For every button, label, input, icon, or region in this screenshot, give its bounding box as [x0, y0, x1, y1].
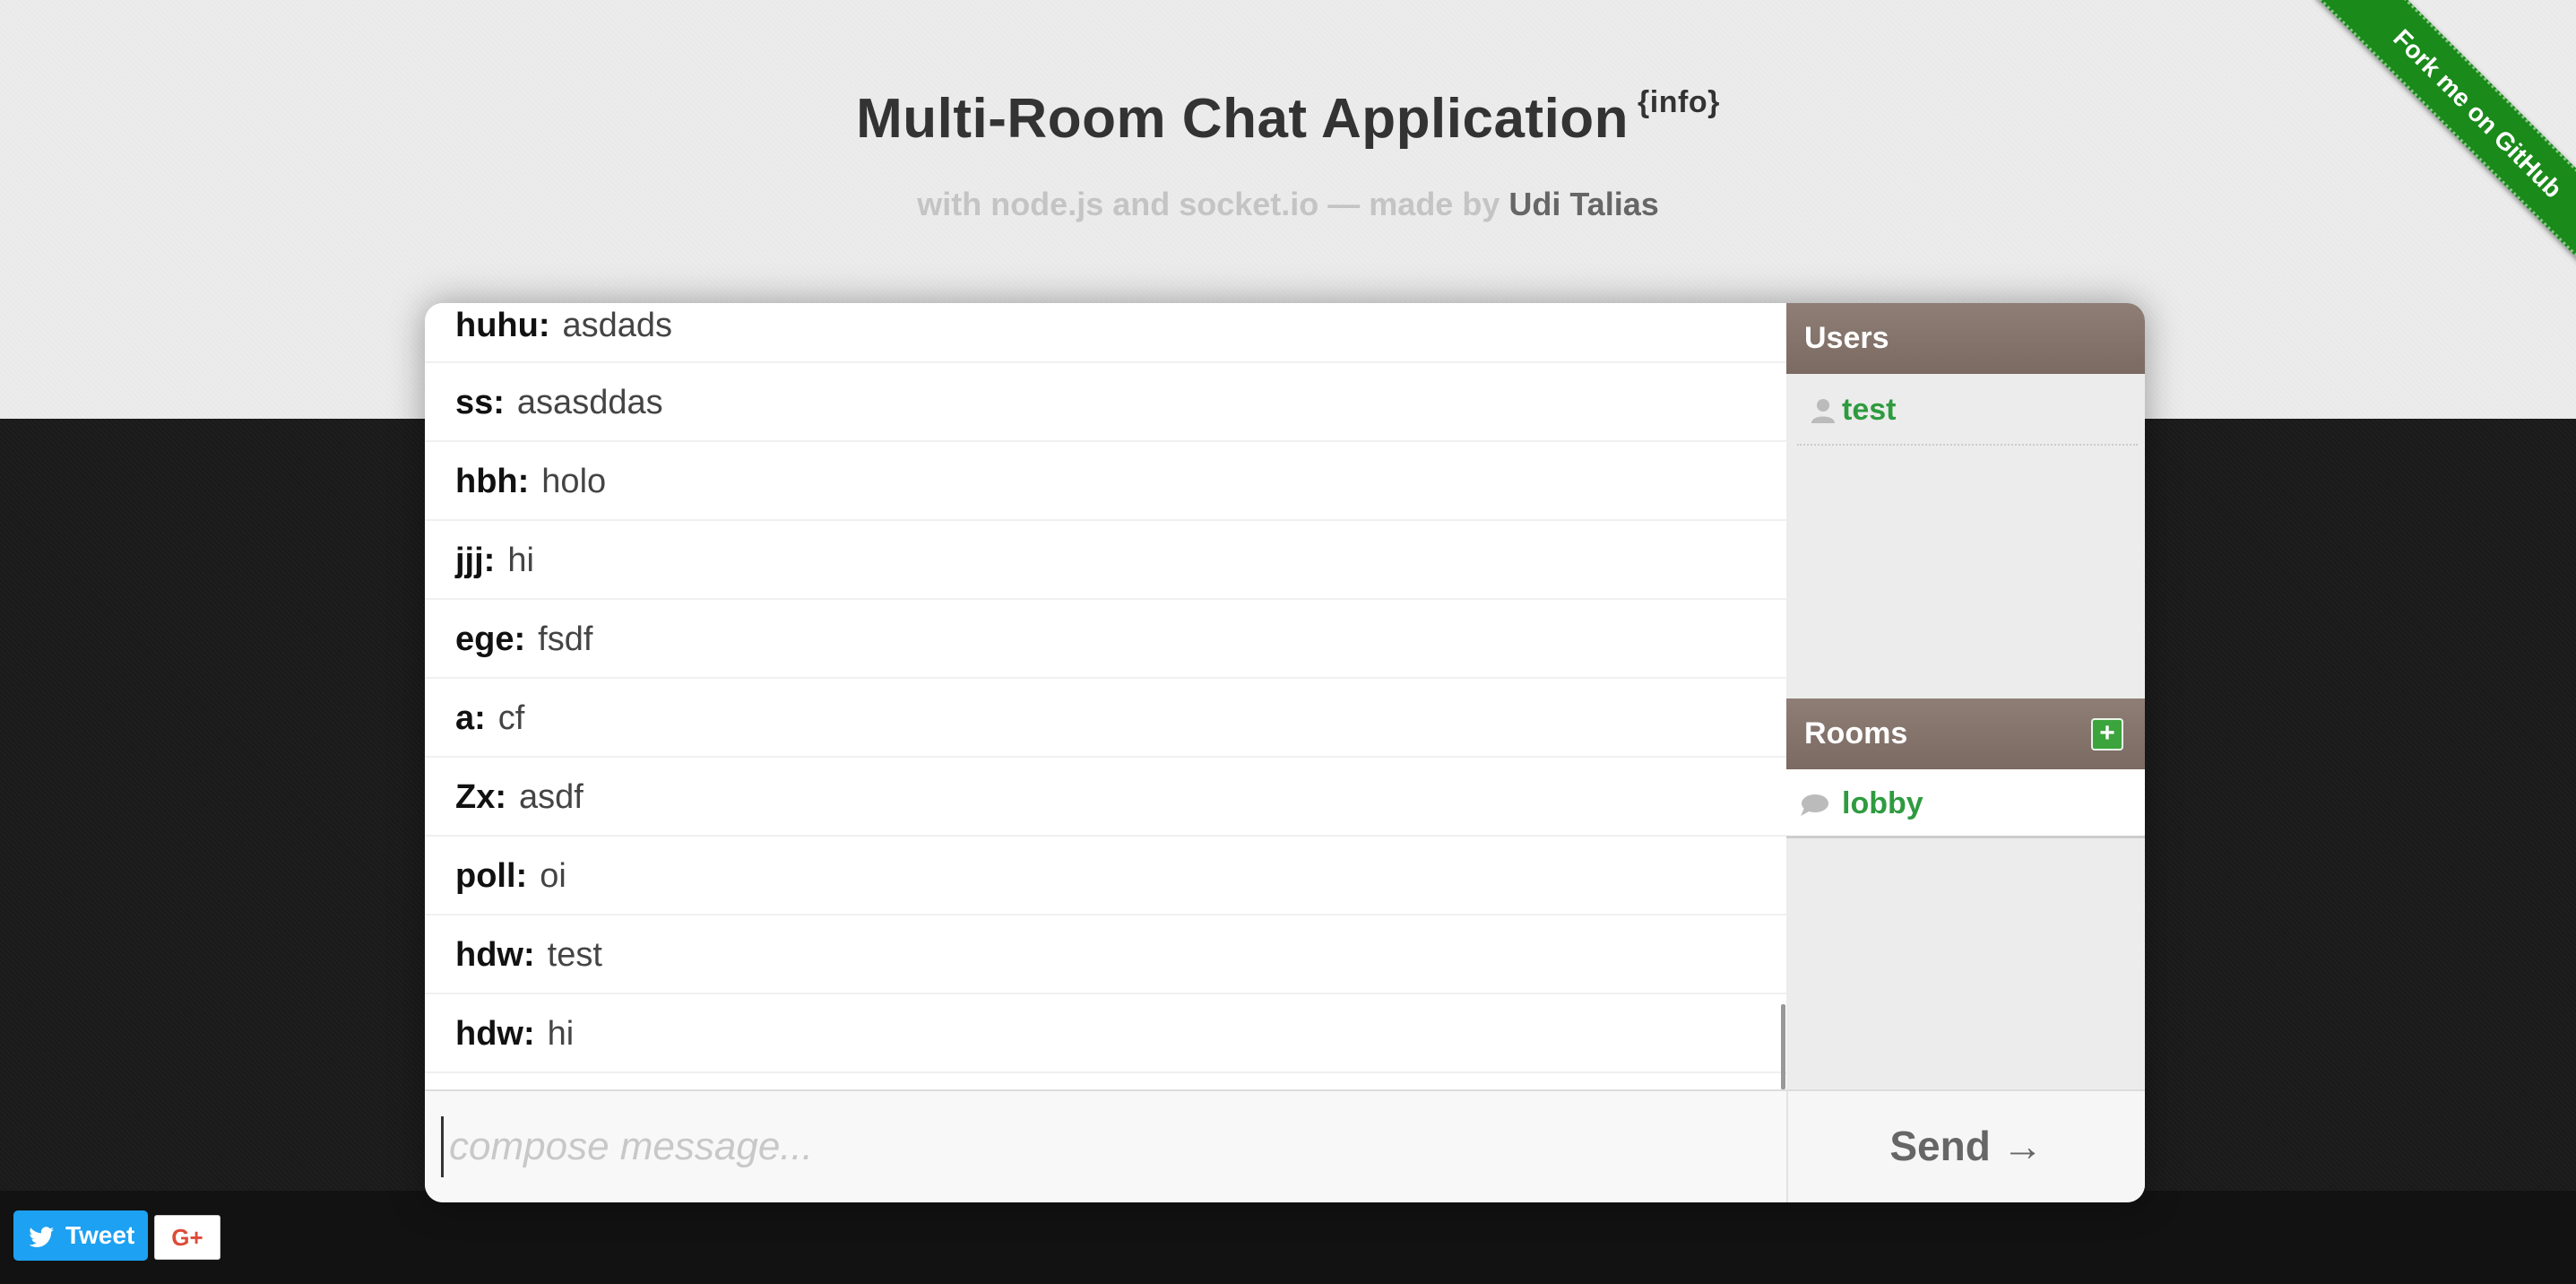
message-text: hi: [547, 1015, 575, 1053]
page-subtitle: with node.js and socket.io — made by Udi…: [0, 186, 2576, 223]
subtitle-text: with node.js and socket.io — made by: [917, 186, 1500, 222]
author-link[interactable]: Udi Talias: [1508, 186, 1658, 222]
message-item: Zx: asdf: [425, 758, 1786, 837]
chat-bubble-icon: [1799, 769, 1829, 838]
message-username: ss:: [455, 384, 505, 421]
message-text: fsdf: [538, 620, 593, 658]
google-plus-button[interactable]: G+: [154, 1215, 220, 1260]
message-item: jjj: hi: [425, 521, 1786, 600]
message-username: poll:: [455, 857, 528, 895]
message-item: hdw: hi: [425, 994, 1786, 1073]
user-item-test[interactable]: test: [1797, 374, 2138, 446]
message-text: hi: [507, 542, 534, 579]
message-text: asdads: [562, 307, 673, 344]
compose-area: [425, 1089, 1786, 1202]
rooms-panel-title: Rooms: [1804, 716, 1908, 750]
message-username: huhu:: [455, 307, 550, 344]
message-text: oi: [540, 857, 566, 895]
message-text: asdf: [519, 778, 583, 816]
message-scrollbar[interactable]: [1781, 1004, 1785, 1089]
tweet-label: Tweet: [65, 1221, 135, 1249]
add-room-button[interactable]: +: [2091, 718, 2123, 750]
github-ribbon-container: Fork me on GitHub: [2307, 0, 2576, 269]
chat-window: huhu: asdads ss: asasddas hbh: holo jjj: hi …: [425, 303, 2145, 1202]
message-item: hbh: holo: [425, 442, 1786, 521]
compose-message-input[interactable]: [441, 1116, 1777, 1177]
message-item: a: cf: [425, 679, 1786, 758]
message-item: hdw: test: [425, 915, 1786, 994]
message-item: poll: oi: [425, 837, 1786, 915]
message-list[interactable]: huhu: asdads ss: asasddas hbh: holo jjj: hi …: [425, 303, 1786, 1089]
page-title: Multi-Room Chat Application {info}: [0, 85, 2576, 151]
message-username: hdw:: [455, 936, 535, 974]
users-panel-header: Users: [1786, 303, 2145, 374]
tweet-button[interactable]: Tweet: [13, 1210, 148, 1261]
page-title-text: Multi-Room Chat Application: [856, 88, 1629, 150]
room-item-lobby[interactable]: lobby: [1786, 769, 2145, 838]
user-name: test: [1842, 393, 1897, 427]
info-link[interactable]: {info}: [1638, 85, 1720, 119]
message-username: jjj:: [455, 542, 496, 579]
message-text: asasddas: [516, 384, 663, 421]
message-item: ss: asasddas: [425, 363, 1786, 442]
message-username: Zx:: [455, 778, 506, 816]
message-text: holo: [541, 463, 607, 500]
message-username: a:: [455, 699, 486, 737]
message-item: huhu: asdads: [425, 303, 1786, 363]
message-item: ege: fsdf: [425, 600, 1786, 679]
user-icon: [1810, 374, 1837, 446]
message-username: ege:: [455, 620, 526, 658]
send-button[interactable]: Send →: [1786, 1089, 2145, 1202]
message-username: hdw:: [455, 1015, 535, 1053]
rooms-panel-header: Rooms +: [1786, 698, 2145, 769]
fork-on-github-ribbon[interactable]: Fork me on GitHub: [2315, 0, 2576, 269]
sidebar: Users test Rooms + lobby: [1786, 303, 2145, 1089]
room-name: lobby: [1842, 786, 1923, 820]
footer-bar: [0, 1191, 2576, 1284]
message-username: hbh:: [455, 463, 530, 500]
message-text: cf: [497, 699, 525, 737]
twitter-bird-icon: [29, 1210, 56, 1261]
message-text: test: [547, 936, 602, 974]
